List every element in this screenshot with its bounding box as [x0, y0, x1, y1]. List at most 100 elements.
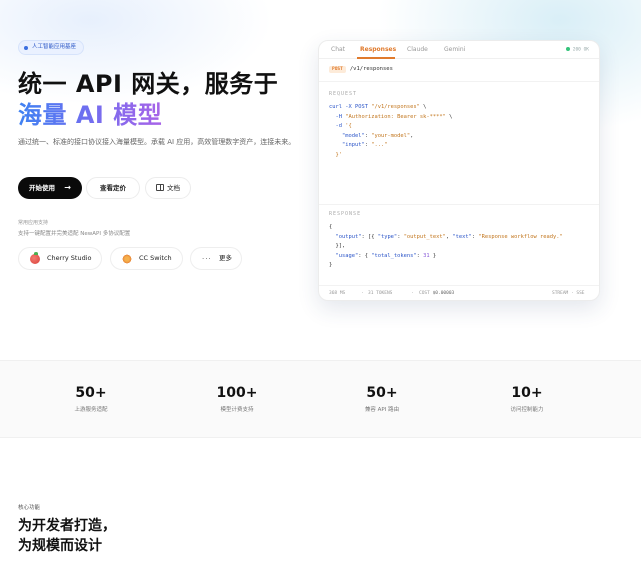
integration-label: 更多: [219, 254, 232, 262]
integration-cc-switch[interactable]: CC Switch: [110, 247, 183, 270]
code-token: "your-model": [371, 132, 411, 139]
code-token: '{: [345, 123, 352, 130]
footer-cost: COST $0.00003: [419, 291, 454, 296]
hero-badge: 人工智能应用基座: [18, 40, 85, 55]
stat-item: 50+ 兼容 API 路由: [332, 385, 432, 413]
code-token: "usage": [329, 252, 359, 259]
tab-chat[interactable]: Chat: [331, 46, 345, 53]
code-token: "output": [329, 233, 362, 240]
code-token: -H: [329, 113, 346, 120]
badge-label: 人工智能应用基座: [32, 44, 77, 50]
code-line: {: [329, 224, 333, 230]
code-token: : [{: [361, 233, 378, 240]
stat-label: 模型计费支持: [220, 407, 254, 413]
code-token: }': [329, 151, 342, 158]
docs-label: 文档: [167, 184, 180, 192]
footer-dot: ·: [361, 291, 364, 296]
active-tab-indicator: [357, 57, 395, 59]
code-line: -H "Authorization: Bearer sk-****" \: [329, 114, 452, 120]
tab-responses[interactable]: Responses: [360, 46, 396, 53]
get-started-button[interactable]: 开始使用 →: [18, 177, 82, 199]
api-demo-panel: Chat Responses Claude Gemini 200 OK POST…: [318, 40, 600, 301]
code-token: : {: [358, 252, 372, 259]
footer-dot: ·: [411, 291, 414, 296]
badge-dot-icon: [24, 46, 28, 50]
footer-stream: STREAM · SSE: [552, 291, 585, 296]
divider: [319, 204, 599, 205]
request-label: REQUEST: [329, 91, 358, 97]
compat-label: 常用应用支持: [18, 220, 49, 226]
code-token: "Authorization: Bearer sk-****": [345, 113, 446, 120]
integration-cherry-studio[interactable]: Cherry Studio: [18, 247, 102, 270]
code-token: }: [429, 252, 437, 259]
code-line: }: [329, 262, 333, 269]
stat-label: 兼容 API 路由: [364, 407, 400, 413]
code-token: "input": [329, 142, 365, 149]
code-token: "total_tokens": [371, 252, 417, 259]
stat-value: 100+: [216, 385, 258, 401]
code-token: "text": [452, 233, 472, 240]
hero-title-line1: 统一 API 网关，服务于: [18, 70, 279, 98]
view-pricing-button[interactable]: 查看定价: [86, 177, 140, 199]
code-token: curl -X POST: [329, 104, 372, 110]
code-line: -d '{: [329, 123, 352, 130]
get-started-label: 开始使用: [29, 184, 55, 192]
hero-subtitle: 通过统一、标准的接口协议接入海量模型。承载 AI 应用，高效管理数字资产，连接未…: [18, 138, 296, 146]
code-line: "usage": { "total_tokens": 31 }: [329, 253, 436, 259]
panel-tabs: Chat Responses Claude Gemini 200 OK: [319, 41, 599, 59]
arrow-right-icon: →: [64, 183, 71, 192]
code-token: "...": [371, 142, 388, 149]
stat-item: 100+ 模型计费支持: [187, 385, 287, 413]
footer-latency: 368 MS: [329, 291, 346, 296]
code-line: "input": "...": [329, 142, 387, 148]
divider: [319, 81, 599, 82]
response-code: { "output": [{ "type": "output_text", "t…: [329, 223, 563, 271]
footer-cost-value: $0.00003: [432, 291, 455, 296]
tab-claude[interactable]: Claude: [407, 46, 428, 53]
features-kicker: 核心功能: [18, 505, 41, 511]
tab-gemini[interactable]: Gemini: [444, 46, 465, 53]
stat-value: 50+: [75, 385, 107, 401]
code-token: "Response workflow ready.": [478, 233, 563, 240]
code-line: curl -X POST "/v1/responses" \: [329, 104, 426, 110]
compat-description: 支持一键配置并完美适配 NewAPI 多协议配置: [18, 231, 131, 237]
stat-item: 10+ 访问控制能力: [477, 385, 577, 413]
features-title-line1: 为开发者打造，: [18, 518, 116, 534]
panel-footer: 368 MS · 31 TOKENS · COST $0.00003 STREA…: [319, 285, 599, 300]
hero-title-line2: 海量 AI 模型: [18, 95, 162, 130]
stat-item: 50+ 上游服务适配: [41, 385, 141, 413]
docs-button[interactable]: 文档: [145, 177, 191, 199]
integration-label: Cherry Studio: [47, 254, 92, 262]
cherry-icon: [30, 252, 40, 264]
code-line: "output": [{ "type": "output_text", "tex…: [329, 233, 563, 240]
code-token: "model": [329, 132, 365, 139]
status-text: 200 OK: [572, 47, 589, 53]
code-token: \: [419, 104, 427, 110]
footer-cost-label: COST: [419, 291, 430, 296]
status-dot-icon: [565, 47, 570, 51]
hero-section: 人工智能应用基座 统一 API 网关，服务于 海量 AI 模型 通过统一、标准的…: [0, 0, 641, 360]
stat-value: 10+: [511, 385, 543, 401]
integration-more[interactable]: ··· 更多: [190, 247, 242, 270]
code-token: "/v1/responses": [371, 104, 420, 110]
book-icon: [156, 184, 164, 191]
code-line: "model": "your-model",: [329, 133, 413, 139]
code-line: }],: [329, 243, 346, 250]
more-dots-icon: ···: [202, 255, 212, 263]
response-label: RESPONSE: [329, 211, 362, 217]
stat-label: 上游服务适配: [74, 407, 108, 413]
code-token: ,: [410, 132, 414, 139]
code-line: }': [329, 152, 342, 158]
endpoint-line: POST/v1/responses: [329, 66, 393, 73]
stats-band: 50+ 上游服务适配 100+ 模型计费支持 50+ 兼容 API 路由 10+…: [0, 360, 641, 438]
code-token: \: [445, 113, 453, 120]
code-token: "output_text": [403, 233, 446, 240]
code-token: "type": [377, 233, 398, 240]
footer-tokens: 31 TOKENS: [368, 291, 393, 296]
features-title-line2: 为规模而设计: [18, 538, 102, 554]
features-title: 为开发者打造， 为规模而设计: [18, 516, 116, 556]
status-indicator: 200 OK: [565, 47, 589, 53]
integration-label: CC Switch: [139, 254, 172, 262]
code-token: -d: [329, 123, 346, 130]
endpoint-path: /v1/responses: [349, 66, 393, 72]
